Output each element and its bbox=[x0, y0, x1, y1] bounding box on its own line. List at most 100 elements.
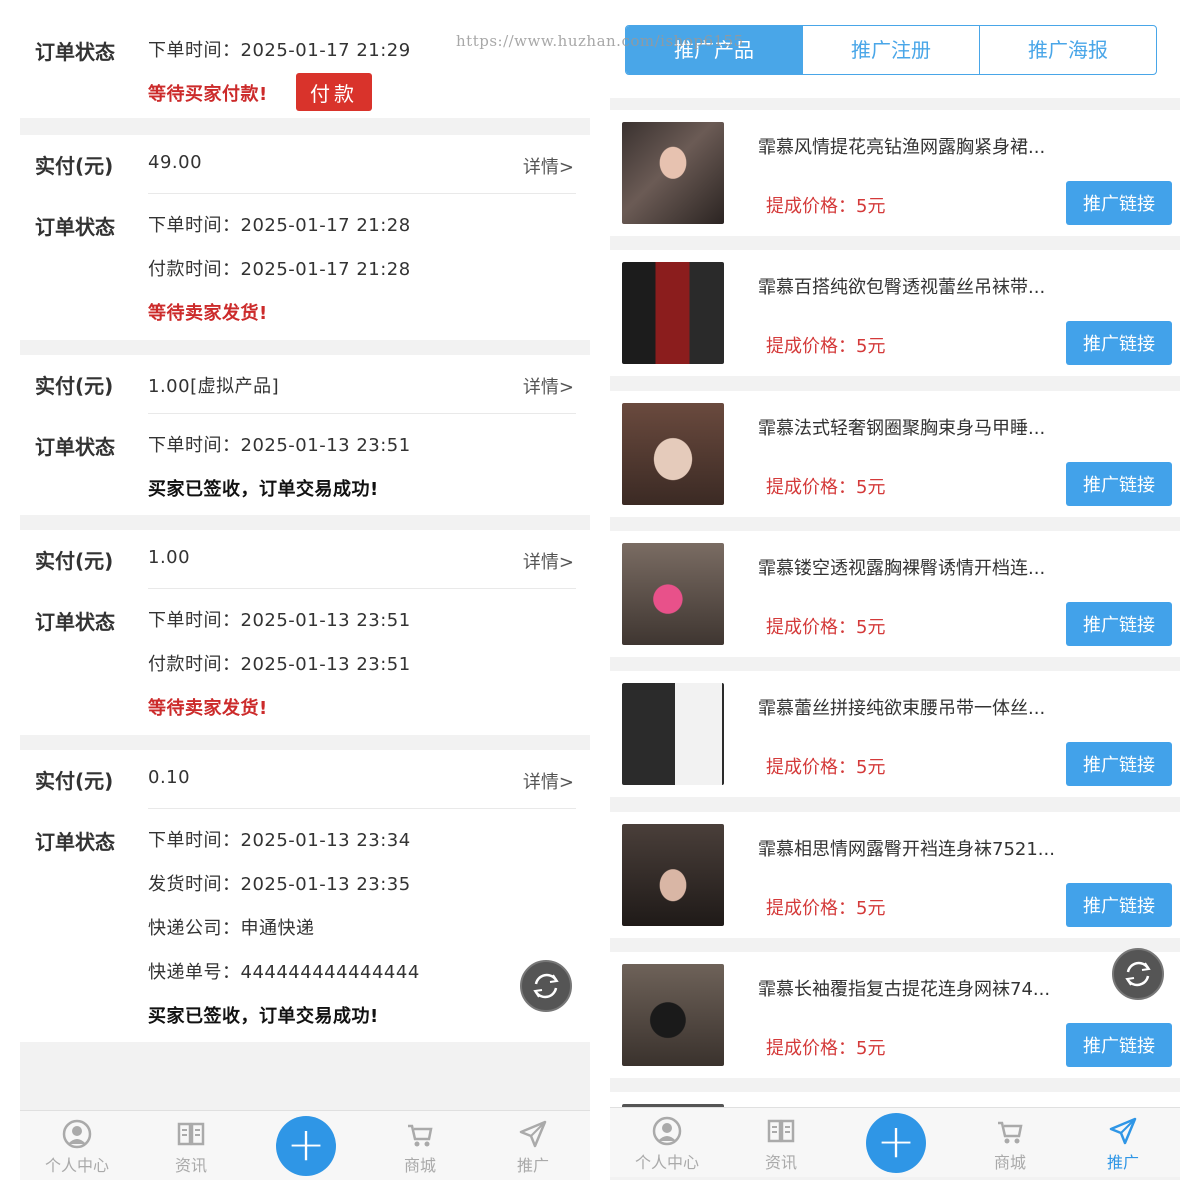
tab-label: 商城 bbox=[993, 1153, 1026, 1172]
cart-icon bbox=[998, 1121, 1023, 1144]
order-time: 下单时间：2025-01-17 21:29 bbox=[148, 40, 411, 61]
promo-link-button[interactable]: 推广链接 bbox=[1066, 883, 1172, 927]
paid-label: 实付(元) bbox=[35, 374, 114, 398]
tab-promote-poster[interactable]: 推广海报 bbox=[979, 26, 1156, 74]
tab-profile[interactable]: 个人中心 bbox=[617, 1108, 717, 1178]
tab-shop[interactable]: 商城 bbox=[960, 1108, 1060, 1178]
commission-price: 提成价格：5元 bbox=[766, 898, 886, 919]
paid-amount: 1.00[虚拟产品] bbox=[148, 376, 280, 397]
send-icon bbox=[519, 1120, 547, 1148]
pay-time: 付款时间：2025-01-17 21:28 bbox=[148, 259, 411, 280]
order-paid-row: 实付(元) 49.00 详情> bbox=[20, 135, 590, 191]
cart-icon bbox=[408, 1124, 433, 1147]
promo-link-button[interactable]: 推广链接 bbox=[1066, 321, 1172, 365]
refresh-icon[interactable] bbox=[520, 960, 572, 1012]
product-title: 霏慕百搭纯欲包臀透视蕾丝吊袜带... bbox=[758, 277, 1046, 298]
tab-promote[interactable]: 推广 bbox=[483, 1111, 583, 1181]
divider bbox=[148, 193, 576, 194]
product-title: 霏慕法式轻奢钢圈聚胸束身马甲睡... bbox=[758, 418, 1046, 439]
tab-promote[interactable]: 推广 bbox=[1073, 1108, 1173, 1178]
commission-price: 提成价格：5元 bbox=[766, 1038, 886, 1059]
ship-time: 发货时间：2025-01-13 23:35 bbox=[148, 874, 411, 895]
promo-link-button[interactable]: 推广链接 bbox=[1066, 602, 1172, 646]
send-icon bbox=[1109, 1117, 1137, 1145]
product-image bbox=[622, 964, 724, 1066]
paid-label: 实付(元) bbox=[35, 769, 114, 793]
paid-amount: 0.10 bbox=[148, 767, 191, 788]
tab-label: 推广 bbox=[1106, 1153, 1139, 1172]
tab-news[interactable]: 资讯 bbox=[731, 1108, 831, 1178]
product-image bbox=[622, 683, 724, 785]
tab-label: 资讯 bbox=[764, 1153, 797, 1172]
paid-label: 实付(元) bbox=[35, 549, 114, 573]
paid-amount: 49.00 bbox=[148, 152, 203, 173]
detail-link[interactable]: 详情> bbox=[523, 768, 574, 794]
tab-profile[interactable]: 个人中心 bbox=[27, 1111, 127, 1181]
product-title: 霏慕相思情网露臀开裆连身袜7521... bbox=[758, 839, 1055, 860]
tab-label: 推广 bbox=[516, 1156, 549, 1175]
order-paid-row: 实付(元) 0.10 详情> bbox=[20, 750, 590, 806]
plus-icon[interactable]: + bbox=[866, 1113, 926, 1173]
promo-link-button[interactable]: 推广链接 bbox=[1066, 181, 1172, 225]
promo-link-button[interactable]: 推广链接 bbox=[1066, 1023, 1172, 1067]
detail-link[interactable]: 详情> bbox=[523, 373, 574, 399]
order-time: 下单时间：2025-01-13 23:51 bbox=[148, 435, 411, 456]
book-icon bbox=[767, 1119, 795, 1143]
tab-label: 商城 bbox=[403, 1156, 436, 1175]
tab-promote-products[interactable]: 推广产品 bbox=[626, 26, 802, 74]
order-status-label: 订单状态 bbox=[35, 610, 115, 634]
order-time: 下单时间：2025-01-13 23:34 bbox=[148, 830, 411, 851]
order-card[interactable]: 实付(元) 1.00 详情> 订单状态 下单时间：2025-01-13 23:5… bbox=[20, 530, 590, 735]
tab-label: 资讯 bbox=[174, 1156, 207, 1175]
promo-link-button[interactable]: 推广链接 bbox=[1066, 742, 1172, 786]
detail-link[interactable]: 详情> bbox=[523, 153, 574, 179]
product-item[interactable]: 霏慕镂空透视露胸裸臀诱情开档连... 提成价格：5元 推广链接 bbox=[610, 531, 1180, 657]
refresh-icon[interactable] bbox=[1112, 948, 1164, 1000]
order-paid-row: 实付(元) 1.00 详情> bbox=[20, 530, 590, 586]
tab-shop[interactable]: 商城 bbox=[370, 1111, 470, 1181]
order-status-text: 买家已签收，订单交易成功! bbox=[148, 1006, 379, 1027]
promo-link-button[interactable]: 推广链接 bbox=[1066, 462, 1172, 506]
order-status-text: 买家已签收，订单交易成功! bbox=[148, 479, 379, 500]
book-icon bbox=[177, 1122, 205, 1146]
product-item[interactable]: 霏慕百搭纯欲包臀透视蕾丝吊袜带... 提成价格：5元 推广链接 bbox=[610, 250, 1180, 376]
product-image bbox=[622, 824, 724, 926]
divider bbox=[148, 588, 576, 589]
order-status-text: 等待买家付款! bbox=[148, 84, 268, 105]
commission-price: 提成价格：5元 bbox=[766, 757, 886, 778]
paid-amount: 1.00 bbox=[148, 547, 191, 568]
person-icon bbox=[62, 1119, 92, 1149]
commission-price: 提成价格：5元 bbox=[766, 196, 886, 217]
detail-link[interactable]: 详情> bbox=[523, 548, 574, 574]
orders-panel: 订单状态 下单时间：2025-01-17 21:29 等待买家付款! 付款 实付… bbox=[20, 20, 590, 1180]
product-item[interactable]: 霏慕风情提花亮钻渔网露胸紧身裙... 提成价格：5元 推广链接 bbox=[610, 110, 1180, 236]
product-item[interactable]: 霏慕长袖覆指复古提花连身网袜74... 提成价格：5元 推广链接 bbox=[610, 948, 1180, 1078]
pay-button[interactable]: 付款 bbox=[296, 73, 372, 111]
product-image bbox=[622, 543, 724, 645]
tab-label: 个人中心 bbox=[44, 1156, 109, 1175]
promo-tab-group: 推广产品 推广注册 推广海报 bbox=[625, 25, 1157, 75]
promotion-panel: 推广产品 推广注册 推广海报 霏慕风情提花亮钻渔网露胸紧身裙... 提成价格：5… bbox=[610, 20, 1180, 1180]
order-status-label: 订单状态 bbox=[35, 830, 115, 854]
divider bbox=[148, 808, 576, 809]
order-card[interactable]: 实付(元) 0.10 详情> 订单状态 下单时间：2025-01-13 23:3… bbox=[20, 750, 590, 1042]
order-card[interactable]: 实付(元) 49.00 详情> 订单状态 下单时间：2025-01-17 21:… bbox=[20, 135, 590, 340]
tab-label: 个人中心 bbox=[634, 1153, 699, 1172]
product-item[interactable]: 霏慕法式轻奢钢圈聚胸束身马甲睡... 提成价格：5元 推广链接 bbox=[610, 391, 1180, 517]
product-image bbox=[622, 262, 724, 364]
divider bbox=[148, 413, 576, 414]
order-card[interactable]: 实付(元) 1.00[虚拟产品] 详情> 订单状态 下单时间：2025-01-1… bbox=[20, 355, 590, 515]
product-item[interactable]: 霏慕蕾丝拼接纯欲束腰吊带一体丝... 提成价格：5元 推广链接 bbox=[610, 671, 1180, 797]
tab-news[interactable]: 资讯 bbox=[141, 1111, 241, 1181]
commission-price: 提成价格：5元 bbox=[766, 336, 886, 357]
order-time: 下单时间：2025-01-13 23:51 bbox=[148, 610, 411, 631]
commission-price: 提成价格：5元 bbox=[766, 617, 886, 638]
plus-icon[interactable]: + bbox=[276, 1116, 336, 1176]
product-item[interactable]: 霏慕相思情网露臀开裆连身袜7521... 提成价格：5元 推广链接 bbox=[610, 812, 1180, 938]
order-status-text: 等待卖家发货! bbox=[148, 698, 268, 719]
product-image bbox=[622, 122, 724, 224]
tab-promote-register[interactable]: 推广注册 bbox=[802, 26, 979, 74]
pay-time: 付款时间：2025-01-13 23:51 bbox=[148, 654, 411, 675]
order-status-label: 订单状态 bbox=[35, 215, 115, 239]
order-card: 订单状态 下单时间：2025-01-17 21:29 等待买家付款! 付款 bbox=[20, 20, 590, 118]
